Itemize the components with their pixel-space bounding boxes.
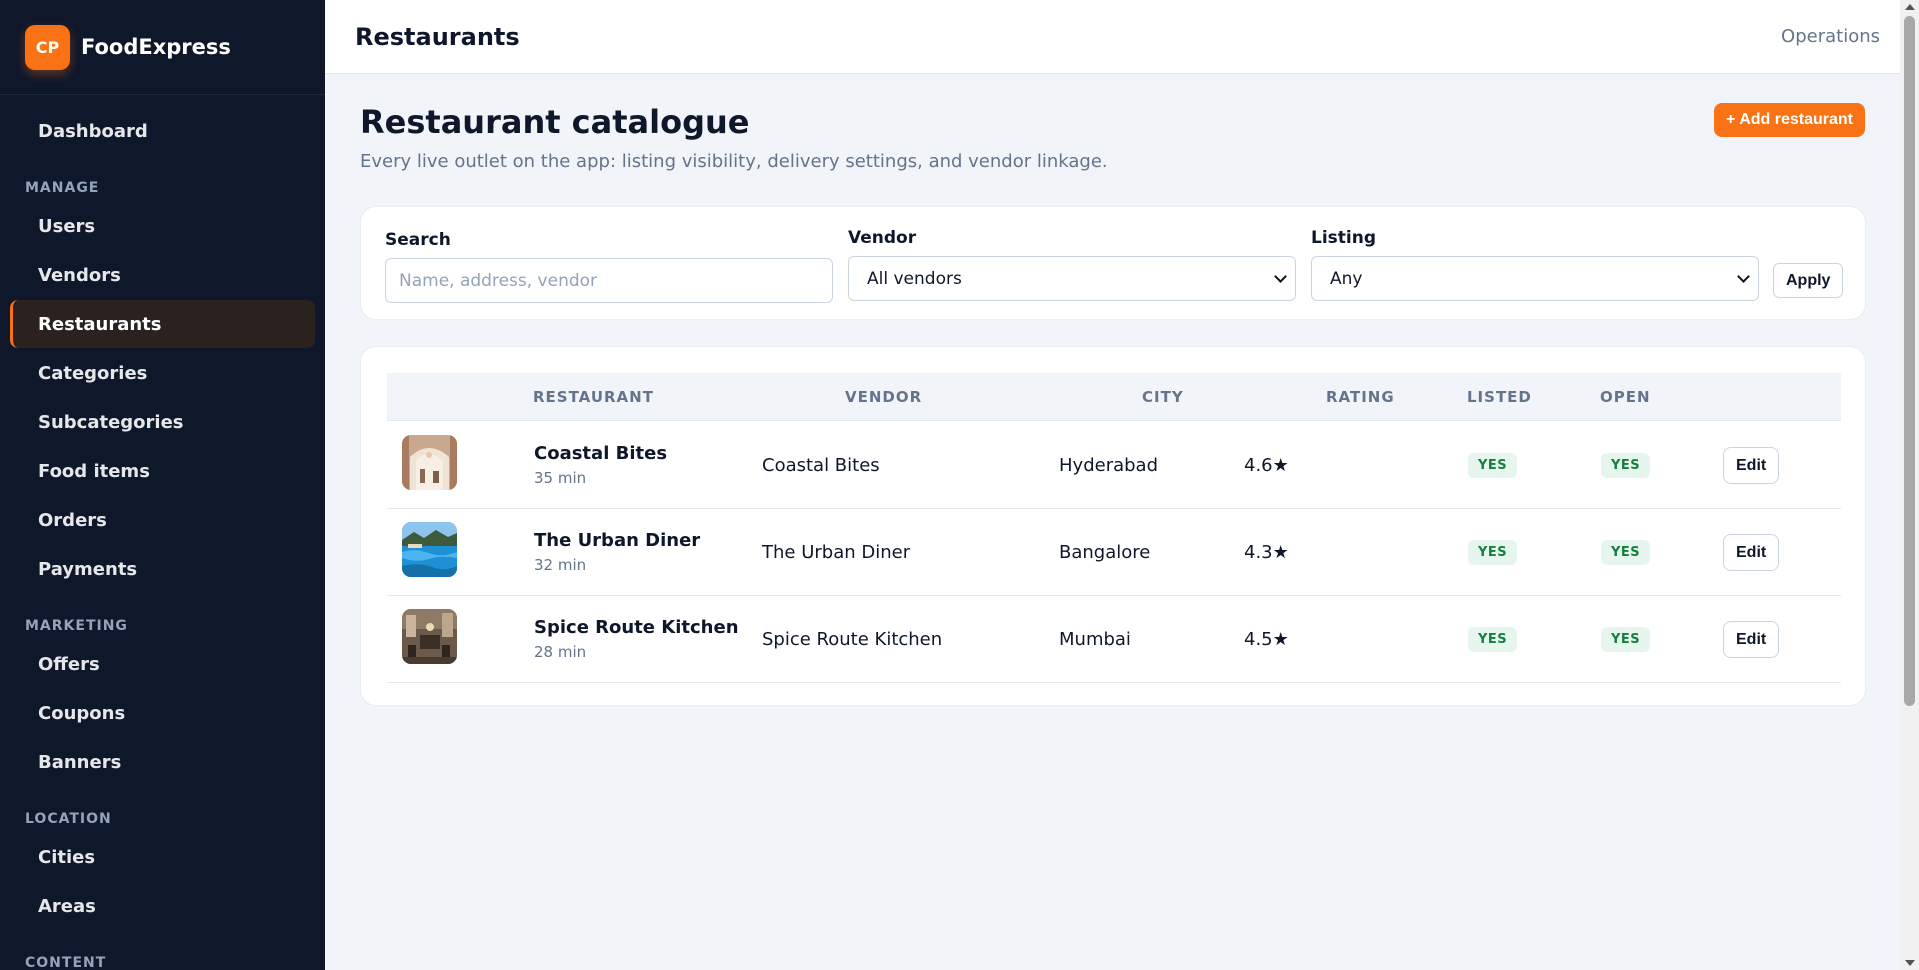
delivery-time: 28 min [534,643,587,661]
open-cell: YES [1601,596,1651,683]
search-input[interactable]: Name, address, vendor [385,258,833,303]
scroll-down-arrow-icon[interactable] [1905,960,1915,966]
scroll-up-arrow-icon[interactable] [1905,4,1915,10]
vendor-select[interactable]: All vendors [848,256,1296,301]
edit-button[interactable]: Edit [1723,534,1780,571]
sidebar-item-subcategories[interactable]: Subcategories [10,398,315,446]
city-cell: Mumbai [1059,629,1131,650]
table-row[interactable]: Spice Route Kitchen 28 min Spice Route K… [387,596,1841,683]
brand-name: FoodExpress [81,35,231,59]
sidebar-item-payments[interactable]: Payments [10,545,315,593]
listed-badge: YES [1468,453,1518,478]
column-header-listed: LISTED [1467,388,1532,406]
restaurant-image [402,522,457,577]
listing-select[interactable]: Any [1311,256,1759,301]
column-header-rating: RATING [1326,388,1395,406]
restaurant-name: The Urban Diner [534,530,701,551]
open-badge: YES [1601,453,1651,478]
sidebar-section-content: CONTENT [25,955,107,970]
listed-cell: YES [1468,596,1518,683]
delivery-time: 35 min [534,469,587,487]
restaurant-image [402,609,457,664]
chevron-down-icon [1737,269,1750,283]
listing-filter: Listing Any [1311,228,1759,301]
vendor-cell: Coastal Bites [762,455,880,476]
actions-cell: Edit [1723,422,1780,509]
listed-cell: YES [1468,422,1518,509]
delivery-time: 32 min [534,556,587,574]
page-header: Restaurant catalogue Every live outlet o… [360,103,1866,172]
brand[interactable]: CP FoodExpress [0,0,325,95]
actions-cell: Edit [1723,509,1780,596]
vendor-select-value: All vendors [867,268,962,289]
restaurant-image [402,435,457,490]
add-restaurant-button[interactable]: + Add restaurant [1714,103,1865,137]
sidebar-section-location: LOCATION [25,811,112,827]
edit-button[interactable]: Edit [1723,621,1780,658]
column-header-restaurant: RESTAURANT [533,388,654,406]
column-header-city: CITY [1142,388,1184,406]
table-header: RESTAURANT VENDOR CITY RATING LISTED OPE… [387,373,1841,421]
city-cell: Bangalore [1059,542,1151,563]
filter-card: Search Name, address, vendor Vendor All … [360,206,1866,320]
scrollbar-thumb[interactable] [1904,16,1915,706]
listing-select-value: Any [1330,268,1363,289]
open-cell: YES [1601,509,1651,596]
sidebar-section-manage: MANAGE [25,180,100,196]
actions-cell: Edit [1723,596,1780,683]
city-cell: Hyderabad [1059,455,1158,476]
sidebar-item-restaurants[interactable]: Restaurants [10,300,315,348]
search-label: Search [385,230,451,250]
sidebar-section-marketing: MARKETING [25,618,128,634]
column-header-vendor: VENDOR [845,388,923,406]
search-filter: Search Name, address, vendor [385,230,833,303]
restaurant-table: RESTAURANT VENDOR CITY RATING LISTED OPE… [360,346,1866,706]
vendor-cell: The Urban Diner [762,542,911,563]
rating-cell: 4.6★ [1244,455,1289,476]
open-badge: YES [1601,540,1651,565]
sidebar-item-offers[interactable]: Offers [10,640,315,688]
listed-cell: YES [1468,509,1518,596]
listed-badge: YES [1468,540,1518,565]
apply-button[interactable]: Apply [1773,263,1844,298]
sidebar-item-dashboard[interactable]: Dashboard [10,107,315,155]
sidebar-item-areas[interactable]: Areas [10,882,315,930]
sidebar-item-coupons[interactable]: Coupons [10,689,315,737]
table-row[interactable]: The Urban Diner 32 min The Urban Diner B… [387,509,1841,596]
vendor-cell: Spice Route Kitchen [762,629,943,650]
edit-button[interactable]: Edit [1723,447,1780,484]
restaurant-name: Coastal Bites [534,443,668,464]
sidebar-nav: Dashboard MANAGE Users Vendors Restauran… [0,95,325,970]
topbar-operations[interactable]: Operations [1781,26,1880,47]
page-scrollbar[interactable] [1900,0,1919,970]
topbar: Restaurants Operations [325,0,1900,74]
topbar-title: Restaurants [355,22,520,51]
column-header-open: OPEN [1600,388,1651,406]
chevron-down-icon [1274,269,1287,283]
vendor-filter: Vendor All vendors [848,228,1296,301]
sidebar: CP FoodExpress Dashboard MANAGE Users Ve… [0,0,325,970]
brand-logo: CP [25,24,70,70]
sidebar-item-orders[interactable]: Orders [10,496,315,544]
listing-label: Listing [1311,228,1377,248]
open-cell: YES [1601,422,1651,509]
rating-cell: 4.5★ [1244,629,1289,650]
sidebar-item-cities[interactable]: Cities [10,833,315,881]
open-badge: YES [1601,627,1651,652]
sidebar-item-users[interactable]: Users [10,202,315,250]
sidebar-item-categories[interactable]: Categories [10,349,315,397]
sidebar-item-vendors[interactable]: Vendors [10,251,315,299]
page-title: Restaurant catalogue [360,103,750,141]
listed-badge: YES [1468,627,1518,652]
rating-cell: 4.3★ [1244,542,1289,563]
sidebar-item-food-items[interactable]: Food items [10,447,315,495]
vendor-label: Vendor [848,228,917,248]
restaurant-name: Spice Route Kitchen [534,617,739,638]
table-row[interactable]: Coastal Bites 35 min Coastal Bites Hyder… [387,422,1841,509]
page-subtitle: Every live outlet on the app: listing vi… [360,151,1108,172]
sidebar-item-banners[interactable]: Banners [10,738,315,786]
